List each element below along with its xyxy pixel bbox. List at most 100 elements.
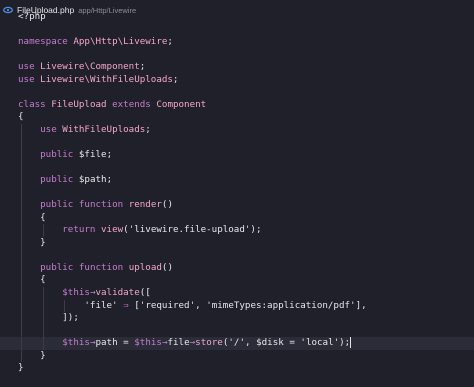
code-line: use WithFileUploads;: [0, 123, 474, 137]
indent-guide: [43, 312, 44, 325]
indent-guide: [21, 211, 22, 225]
code-line: [0, 324, 474, 338]
code-line: [0, 186, 474, 200]
punctuation: ],: [355, 299, 367, 311]
punctuation: ;: [139, 61, 146, 73]
code-line: }: [0, 362, 474, 375]
keyword: use: [18, 73, 35, 85]
indent-guide: [21, 287, 22, 300]
code-line: [0, 249, 474, 262]
indent-guide: [43, 224, 44, 237]
code-line: public function render(): [0, 199, 474, 212]
brace: {: [40, 211, 46, 223]
punctuation: ;: [106, 174, 113, 186]
indent-guide: [43, 287, 44, 300]
fat-arrow-operator: ⇒: [123, 299, 129, 311]
indent-guide: [21, 136, 22, 150]
keyword: public: [40, 149, 74, 161]
code-line: namespace App\Http\Livewire;: [0, 36, 474, 49]
punctuation: (): [161, 261, 173, 273]
indent-guide: [21, 274, 22, 288]
code-area[interactable]: <?php namespace App\Http\Livewire; use L…: [0, 11, 474, 375]
code-line-active: $this→path = $this→file→store('/', $disk…: [0, 337, 474, 350]
indent-guide: [43, 324, 44, 338]
indent-guide: [21, 324, 22, 338]
keyword: return: [62, 224, 96, 236]
punctuation: ([: [139, 287, 151, 299]
code-line: public $file;: [0, 149, 474, 162]
keyword: namespace: [18, 36, 68, 48]
indent-guide: [21, 261, 22, 275]
punctuation: ;: [106, 149, 113, 161]
code-line: {: [0, 211, 474, 225]
import-name: Livewire\WithFileUploads: [40, 73, 173, 85]
namespace-name: App\Http\Livewire: [73, 36, 168, 48]
code-line: <?php: [0, 11, 474, 24]
this-variable: $this: [134, 337, 162, 349]
text-cursor: [350, 337, 352, 349]
punctuation: ;: [172, 73, 179, 85]
assignment-operator: =: [123, 337, 129, 349]
code-line: {: [0, 111, 474, 124]
code-line: $this→validate([: [0, 287, 474, 300]
brace: }: [40, 349, 46, 361]
string-literal: 'mimeTypes:application/pdf': [206, 299, 356, 311]
code-line: return view('livewire.file-upload');: [0, 224, 474, 237]
brace: {: [40, 274, 46, 286]
this-variable: $this: [62, 287, 90, 299]
string-literal: 'livewire.file-upload': [128, 224, 251, 236]
string-literal: 'file': [84, 299, 118, 311]
indent-guide: [21, 249, 22, 262]
indent-guide: [21, 299, 22, 313]
indent-guide: [21, 337, 22, 350]
class-name: FileUpload: [51, 98, 107, 110]
property-name: path: [95, 337, 118, 349]
punctuation: ,: [195, 299, 201, 311]
indent-guide: [21, 174, 22, 187]
code-editor[interactable]: FileUpload.php app/Http/Livewire <?php n…: [0, 0, 474, 387]
parent-class-name: Component: [156, 98, 207, 110]
indent-guide: [21, 161, 22, 175]
brace: }: [40, 236, 46, 248]
punctuation: ;: [145, 123, 151, 135]
keyword: public: [40, 199, 74, 211]
punctuation: ,: [245, 337, 251, 349]
code-line: public function upload(): [0, 261, 474, 275]
indent-guide: [21, 199, 22, 212]
keyword: use: [40, 123, 57, 135]
code-line: [0, 161, 474, 175]
code-line: class FileUpload extends Component: [0, 99, 474, 112]
code-line: {: [0, 274, 474, 288]
indent-guide: [21, 123, 22, 137]
indent-guide: [21, 186, 22, 200]
method-name: upload: [128, 261, 162, 273]
code-line: 'file' ⇒ ['required', 'mimeTypes:applica…: [0, 299, 474, 313]
indent-guide: [43, 299, 44, 313]
function-name: view: [101, 224, 124, 236]
keyword: class: [18, 98, 46, 110]
keyword: public: [40, 261, 74, 273]
keyword: use: [18, 61, 35, 73]
punctuation: ;: [167, 36, 173, 48]
punctuation: (): [161, 199, 173, 211]
brace: {: [18, 111, 24, 123]
code-line: ]);: [0, 312, 474, 325]
code-line: [0, 136, 474, 150]
brace: }: [18, 362, 24, 374]
code-line: use Livewire\Component;: [0, 61, 474, 74]
indent-guide: [21, 349, 22, 363]
property-name: $path: [78, 174, 107, 186]
punctuation: ]);: [62, 312, 79, 324]
indent-guide: [43, 337, 44, 350]
indent-guide: [64, 299, 65, 313]
string-literal: 'required': [139, 299, 196, 311]
property-name: file: [167, 337, 190, 349]
trait-name: WithFileUploads: [62, 123, 146, 135]
named-argument: $disk: [256, 337, 284, 349]
method-name: validate: [95, 287, 140, 299]
indent-guide: [21, 236, 22, 250]
php-open-tag: <?php: [18, 11, 46, 22]
